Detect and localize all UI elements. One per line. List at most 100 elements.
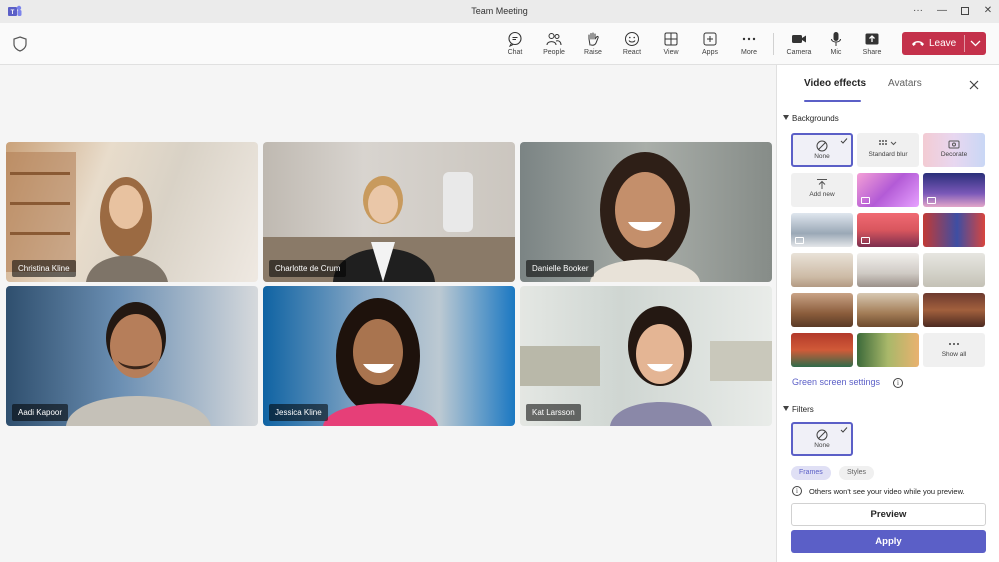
- filter-none-label: None: [814, 442, 830, 449]
- apps-button[interactable]: Apps: [691, 29, 729, 61]
- raise-hand-button[interactable]: Raise: [574, 29, 612, 61]
- background-thumbnail[interactable]: [791, 293, 853, 327]
- participant-name: Aadi Kapoor: [12, 404, 69, 421]
- upload-icon: [817, 179, 827, 189]
- react-label: React: [622, 49, 642, 56]
- background-thumbnail[interactable]: [791, 213, 853, 247]
- smiley-icon: [625, 32, 639, 46]
- raise-label: Raise: [584, 49, 602, 56]
- leave-options-dropdown[interactable]: [965, 32, 986, 55]
- mic-label: Mic: [830, 49, 842, 56]
- background-thumbnail[interactable]: [857, 173, 919, 207]
- background-option-decorate[interactable]: Decorate: [923, 133, 985, 167]
- background-option-none[interactable]: None: [791, 133, 853, 167]
- more-options-icon[interactable]: ···: [910, 4, 926, 18]
- camera-button[interactable]: Camera: [780, 29, 818, 61]
- tab-video-effects[interactable]: Video effects: [804, 78, 866, 89]
- show-all-label: Show all: [941, 351, 967, 358]
- people-icon: [546, 33, 562, 46]
- none-icon: [816, 429, 828, 441]
- participant-name: Kat Larsson: [526, 404, 581, 421]
- show-all-backgrounds[interactable]: Show all: [923, 333, 985, 367]
- title-bar: T Team Meeting ··· — ✕: [0, 0, 999, 23]
- video-badge-icon: [861, 237, 870, 244]
- close-panel-icon[interactable]: [967, 78, 981, 92]
- chat-icon: [508, 31, 522, 47]
- share-button[interactable]: Share: [853, 29, 891, 61]
- caret-down-icon: [783, 406, 789, 411]
- video-badge-icon: [795, 237, 804, 244]
- grid-icon: [664, 32, 678, 46]
- background-thumbnail[interactable]: [857, 253, 919, 287]
- green-screen-settings-link[interactable]: Green screen settings: [792, 377, 880, 387]
- chat-label: Chat: [507, 49, 523, 56]
- view-button[interactable]: View: [652, 29, 690, 61]
- apps-label: Apps: [702, 49, 718, 56]
- backgrounds-title: Backgrounds: [792, 114, 839, 123]
- shield-icon[interactable]: [13, 36, 27, 52]
- video-tile[interactable]: Jessica Kline: [263, 286, 515, 426]
- none-label: None: [814, 153, 830, 160]
- background-thumbnail[interactable]: [791, 253, 853, 287]
- checkmark-icon: [840, 138, 848, 144]
- tab-avatars[interactable]: Avatars: [888, 78, 922, 89]
- share-icon: [865, 33, 879, 45]
- background-option-add-new[interactable]: Add new: [791, 173, 853, 207]
- preview-notice: Others won't see your video while you pr…: [809, 487, 965, 496]
- meeting-toolbar: Chat People Raise React View Apps More C…: [0, 23, 999, 65]
- camera-label: Camera: [786, 49, 812, 56]
- camera-icon: [792, 35, 806, 43]
- active-tab-indicator: [804, 100, 861, 102]
- participant-name: Danielle Booker: [526, 260, 595, 277]
- background-thumbnail[interactable]: [857, 293, 919, 327]
- maximize-icon[interactable]: [957, 4, 973, 20]
- video-tile[interactable]: Danielle Booker: [520, 142, 772, 282]
- filter-tab-styles[interactable]: Styles: [839, 466, 875, 480]
- backgrounds-section-toggle[interactable]: Backgrounds: [783, 114, 839, 123]
- leave-main[interactable]: Leave: [902, 32, 963, 55]
- video-tile[interactable]: Christina Kline: [6, 142, 258, 282]
- background-thumbnail[interactable]: [857, 333, 919, 367]
- leave-label: Leave: [929, 38, 957, 49]
- filter-option-none[interactable]: None: [791, 422, 853, 456]
- filters-title: Filters: [792, 405, 814, 414]
- info-icon: i: [792, 486, 802, 496]
- preview-button[interactable]: Preview: [791, 503, 986, 526]
- background-thumbnail[interactable]: [923, 213, 985, 247]
- chat-button[interactable]: Chat: [496, 29, 534, 61]
- video-tile[interactable]: Aadi Kapoor: [6, 286, 258, 426]
- react-button[interactable]: React: [613, 29, 651, 61]
- video-tile[interactable]: Kat Larsson: [520, 286, 772, 426]
- people-label: People: [543, 49, 565, 56]
- minimize-icon[interactable]: —: [934, 4, 950, 18]
- filter-tab-frames[interactable]: Frames: [791, 466, 831, 480]
- apply-button[interactable]: Apply: [791, 530, 986, 553]
- background-thumbnail[interactable]: [923, 253, 985, 287]
- participant-name: Christina Kline: [12, 260, 76, 277]
- decorate-icon: [948, 140, 960, 149]
- video-tile[interactable]: Charlotte de Crum: [263, 142, 515, 282]
- participant-name: Charlotte de Crum: [269, 260, 347, 277]
- background-thumbnail[interactable]: [923, 173, 985, 207]
- filters-section-toggle[interactable]: Filters: [783, 405, 814, 414]
- chevron-down-icon: [970, 40, 981, 47]
- info-icon[interactable]: i: [893, 378, 903, 388]
- add-new-label: Add new: [809, 191, 835, 198]
- video-gallery: Christina Kline Charlotte de Crum Daniel…: [0, 65, 776, 562]
- close-window-icon[interactable]: ✕: [980, 4, 996, 18]
- background-thumbnail[interactable]: [857, 213, 919, 247]
- video-badge-icon: [927, 197, 936, 204]
- background-thumbnail[interactable]: [923, 293, 985, 327]
- raise-hand-icon: [588, 32, 599, 46]
- people-button[interactable]: People: [535, 29, 573, 61]
- window-title: Team Meeting: [471, 6, 528, 16]
- background-option-standard-blur[interactable]: Standard blur: [857, 133, 919, 167]
- hang-up-icon: [912, 41, 924, 46]
- participant-name: Jessica Kline: [269, 404, 328, 421]
- leave-button[interactable]: Leave: [902, 32, 986, 55]
- checkmark-icon: [840, 427, 848, 433]
- mic-button[interactable]: Mic: [817, 29, 855, 61]
- more-button[interactable]: More: [730, 29, 768, 61]
- blur-icon: [879, 140, 897, 146]
- background-thumbnail[interactable]: [791, 333, 853, 367]
